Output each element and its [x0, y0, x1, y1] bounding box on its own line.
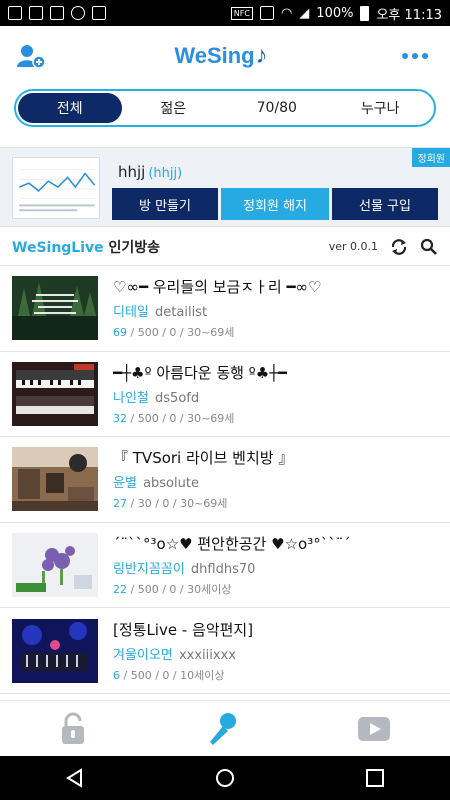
- room-host-id: xxxiiixxx: [178, 647, 236, 663]
- version-label: ver 0.0.1: [328, 240, 378, 253]
- member-badge: 정회원: [412, 148, 450, 167]
- room-listener-count: 32: [113, 411, 127, 425]
- tab-7080[interactable]: 70/80: [225, 93, 329, 123]
- back-icon[interactable]: [64, 767, 86, 789]
- user-name-line: hhjj (hhjj): [118, 163, 182, 181]
- room-listener-count: 6: [113, 668, 120, 682]
- user-name: hhjj: [118, 163, 146, 181]
- room-host-id: absolute: [143, 476, 199, 492]
- room-title: [정통Live - 음악편지]: [113, 620, 254, 639]
- room-host: 윤별: [113, 476, 137, 492]
- list-item[interactable]: ━┼♣º 아름다운 동행 º♣┼━ 나인철 ds5ofd 32 / 500 / …: [0, 352, 450, 438]
- live-brand: WeSingLive: [12, 239, 104, 256]
- logo-text: WeSing: [174, 43, 255, 68]
- create-room-button[interactable]: 방 만들기: [112, 188, 218, 220]
- live-section-header: WeSingLive 인기방송 ver 0.0.1: [0, 228, 450, 266]
- check-icon: [92, 6, 106, 20]
- app-logo: WeSing ♪: [174, 42, 267, 70]
- room-host: 링반지꼼꼼이: [113, 562, 185, 578]
- list-item[interactable]: [정통Live - 음악편지] 겨울이오면 xxxiiixxx 6 / 500 …: [0, 608, 450, 694]
- music-note-icon: ♪: [255, 42, 268, 69]
- room-title: 『 TVSori 라이브 벤치방 』: [113, 449, 294, 468]
- room-stats: / 500 / 0 / 30~69세: [127, 326, 235, 340]
- search-icon[interactable]: [420, 238, 438, 256]
- live-label: 인기방송: [108, 239, 161, 256]
- user-panel: hhjj (hhjj) 정회원 방 만들기 정회원 해지 선물 구입: [0, 147, 450, 227]
- room-listener-count: 27: [113, 497, 127, 511]
- video-play-icon[interactable]: [356, 715, 392, 743]
- room-title: ━┼♣º 아름다운 동행 º♣┼━: [113, 363, 288, 382]
- microphone-icon[interactable]: [205, 711, 239, 747]
- room-thumbnail: [12, 533, 98, 598]
- system-nav-bar: [0, 756, 450, 800]
- battery-icon: [360, 5, 370, 21]
- buy-gift-button[interactable]: 선물 구입: [332, 188, 438, 220]
- user-id: (hhjj): [148, 166, 183, 181]
- signal-icon: ◢: [299, 5, 310, 21]
- usb-icon: [8, 6, 22, 20]
- category-tabs: 전체 젊은 70/80 누구나: [14, 89, 436, 127]
- android-icon: [71, 6, 85, 20]
- profile-chart-thumbnail: [12, 157, 100, 219]
- room-stats: / 500 / 0 / 30~69세: [127, 411, 235, 425]
- status-bar: NFC ◠ ◢ 100% 오후 11:13: [0, 0, 450, 26]
- room-listener-count: 69: [113, 326, 127, 340]
- clock: 오후 11:13: [376, 7, 442, 23]
- room-list: ♡∞━ 우리들의 보금ㅈㅏ리 ━∞♡ 디테일 detailist 69 / 50…: [0, 266, 450, 694]
- cancel-membership-button[interactable]: 정회원 해지: [221, 188, 329, 220]
- vibrate-icon: [259, 6, 274, 20]
- recent-apps-icon[interactable]: [364, 767, 386, 789]
- refresh-icon[interactable]: [390, 238, 408, 256]
- app-header: WeSing ♪: [0, 26, 450, 86]
- tab-anyone[interactable]: 누구나: [329, 93, 433, 123]
- tab-all[interactable]: 전체: [18, 93, 122, 123]
- profile-buttons: 방 만들기 정회원 해지 선물 구입: [112, 188, 438, 220]
- room-host-id: detailist: [155, 305, 208, 321]
- room-thumbnail: [12, 618, 98, 683]
- image-icon: [29, 6, 43, 20]
- nfc-label: NFC: [230, 6, 253, 20]
- room-thumbnail: [12, 276, 98, 341]
- room-host: 나인철: [113, 390, 149, 406]
- bottom-nav: [0, 700, 450, 756]
- room-thumbnail: [12, 361, 98, 426]
- room-thumbnail: [12, 447, 98, 512]
- room-host-id: ds5ofd: [155, 390, 200, 406]
- lock-mic-icon[interactable]: [58, 712, 88, 746]
- room-stats: / 500 / 0 / 10세이상: [120, 668, 225, 682]
- home-icon[interactable]: [214, 767, 236, 789]
- tab-young[interactable]: 젊은: [122, 93, 226, 123]
- list-item[interactable]: 『 TVSori 라이브 벤치방 』 윤별 absolute 27 / 30 /…: [0, 437, 450, 523]
- room-title: ´¨``°³o☆♥ 편안한공간 ♥☆o³°``¨´: [113, 535, 351, 554]
- room-stats: / 30 / 0 / 30~69세: [127, 497, 228, 511]
- wifi-icon: ◠: [280, 5, 293, 21]
- room-stats: / 500 / 0 / 30세이상: [127, 583, 232, 597]
- room-host-id: dhfldhs70: [190, 562, 256, 578]
- add-user-icon[interactable]: [16, 43, 46, 69]
- room-host: 겨울이오면: [113, 647, 173, 663]
- more-dots-icon[interactable]: [396, 47, 434, 65]
- list-item[interactable]: ´¨``°³o☆♥ 편안한공간 ♥☆o³°``¨´ 링반지꼼꼼이 dhfldhs…: [0, 523, 450, 609]
- room-title: ♡∞━ 우리들의 보금ㅈㅏ리 ━∞♡: [113, 278, 322, 297]
- live-title: WeSingLive 인기방송: [12, 237, 160, 257]
- battery-percent: 100%: [316, 5, 354, 21]
- calendar-icon: [50, 6, 64, 20]
- list-item[interactable]: ♡∞━ 우리들의 보금ㅈㅏ리 ━∞♡ 디테일 detailist 69 / 50…: [0, 266, 450, 352]
- room-host: 디테일: [113, 305, 149, 321]
- room-listener-count: 22: [113, 583, 127, 597]
